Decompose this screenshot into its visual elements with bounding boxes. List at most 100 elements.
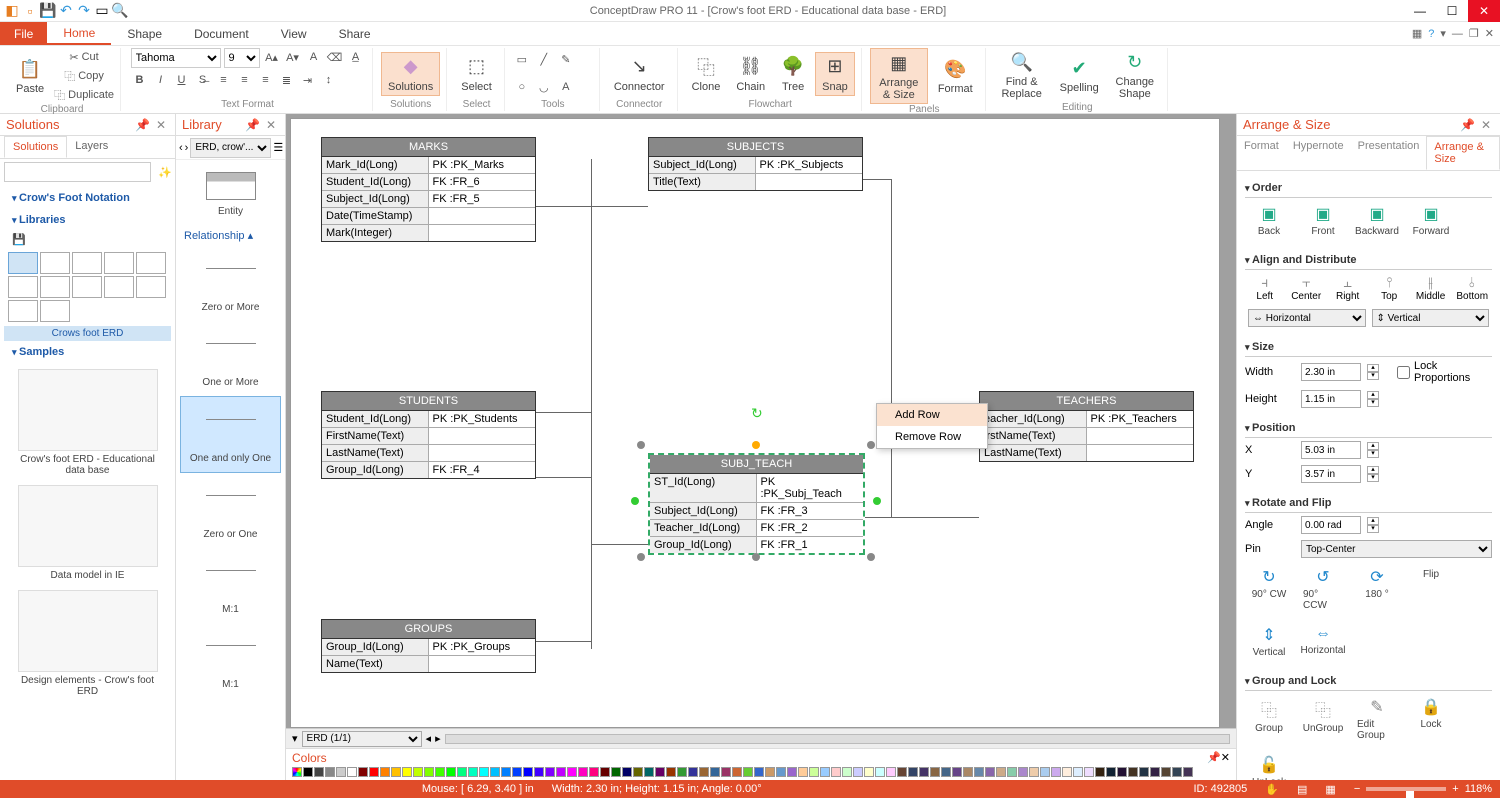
color-swatch[interactable] — [831, 767, 841, 777]
library-item[interactable]: M:1 — [180, 623, 281, 698]
color-swatch[interactable] — [479, 767, 489, 777]
color-swatch[interactable] — [534, 767, 544, 777]
color-swatch[interactable] — [1018, 767, 1028, 777]
spelling-button[interactable]: ✔Spelling — [1054, 54, 1105, 96]
color-swatch[interactable] — [358, 767, 368, 777]
qa-window-icon[interactable]: ▭ — [94, 3, 110, 19]
color-swatch[interactable] — [908, 767, 918, 777]
rotate-ccw-button[interactable]: ↺90° CCW — [1303, 567, 1343, 611]
color-swatch[interactable] — [853, 767, 863, 777]
align-center-icon[interactable]: ≡ — [236, 71, 254, 89]
order-header[interactable]: Order — [1245, 179, 1492, 198]
copy-button[interactable]: ⿻Copy — [54, 67, 114, 85]
color-swatch[interactable] — [468, 767, 478, 777]
color-swatch[interactable] — [1161, 767, 1171, 777]
options-icon[interactable]: ▾ — [1440, 27, 1446, 40]
color-swatch[interactable] — [611, 767, 621, 777]
library-item[interactable]: One and only One — [180, 396, 281, 473]
help-icon[interactable]: ? — [1428, 28, 1434, 40]
tab-hypernote[interactable]: Hypernote — [1286, 136, 1351, 170]
tool-ellipse-icon[interactable]: ○ — [513, 78, 531, 96]
color-swatch[interactable] — [1139, 767, 1149, 777]
color-swatch[interactable] — [776, 767, 786, 777]
color-swatch[interactable] — [501, 767, 511, 777]
font-size-select[interactable]: 9 — [224, 48, 260, 68]
pin-icon[interactable]: 📌 — [242, 118, 263, 132]
doc-close-icon[interactable]: ✕ — [1485, 27, 1494, 40]
group-lock-header[interactable]: Group and Lock — [1245, 672, 1492, 691]
color-swatch[interactable] — [325, 767, 335, 777]
color-swatch[interactable] — [1051, 767, 1061, 777]
doc-restore-icon[interactable]: ❐ — [1469, 27, 1479, 40]
unlock-button[interactable]: 🔓UnLock — [1249, 755, 1289, 780]
angle-spinner[interactable]: ▴▾ — [1367, 517, 1379, 533]
color-swatch[interactable] — [1183, 767, 1193, 777]
color-swatch[interactable] — [721, 767, 731, 777]
color-swatch[interactable] — [556, 767, 566, 777]
maximize-button[interactable]: ☐ — [1436, 0, 1468, 22]
color-swatch[interactable] — [1106, 767, 1116, 777]
status-mode2-icon[interactable]: ▦ — [1325, 783, 1335, 796]
tab-presentation[interactable]: Presentation — [1351, 136, 1427, 170]
lock-button[interactable]: 🔒Lock — [1411, 697, 1451, 741]
color-swatch[interactable] — [402, 767, 412, 777]
strike-icon[interactable]: S̶ — [194, 71, 212, 89]
pin-select[interactable]: Top-Center — [1301, 540, 1492, 558]
align-top-button[interactable]: ⫯Top — [1373, 274, 1404, 302]
color-swatch[interactable] — [1084, 767, 1094, 777]
color-swatch[interactable] — [391, 767, 401, 777]
tab-document[interactable]: Document — [178, 22, 265, 45]
solutions-tab[interactable]: Solutions — [4, 136, 67, 158]
color-swatch[interactable] — [732, 767, 742, 777]
width-spinner[interactable]: ▴▾ — [1367, 364, 1379, 380]
connector[interactable] — [536, 412, 591, 413]
send-back-button[interactable]: ▣Back — [1249, 204, 1289, 237]
color-swatch[interactable] — [1007, 767, 1017, 777]
close-button[interactable]: ✕ — [1468, 0, 1500, 22]
color-swatch[interactable] — [787, 767, 797, 777]
entity-marks[interactable]: MARKSMark_Id(Long)PK :PK_MarksStudent_Id… — [321, 137, 536, 242]
swatch-picker-icon[interactable] — [292, 767, 302, 777]
entity-subjects[interactable]: SUBJECTSSubject_Id(Long)PK :PK_SubjectsT… — [648, 137, 863, 191]
rotate-handle-icon[interactable]: ↻ — [751, 405, 763, 422]
connector-button[interactable]: ↘Connector — [608, 53, 671, 95]
align-center-button[interactable]: ⫟Center — [1290, 274, 1321, 302]
color-swatch[interactable] — [1040, 767, 1050, 777]
font-style-icon[interactable]: A — [305, 48, 323, 66]
size-header[interactable]: Size — [1245, 338, 1492, 357]
zoom-out-icon[interactable]: − — [1354, 783, 1360, 795]
pin-icon[interactable]: 📌 — [1457, 118, 1478, 132]
color-swatch[interactable] — [622, 767, 632, 777]
change-shape-button[interactable]: ↻Change Shape — [1109, 48, 1161, 102]
y-spinner[interactable]: ▴▾ — [1367, 466, 1379, 482]
align-left-icon[interactable]: ≡ — [215, 71, 233, 89]
y-input[interactable] — [1301, 465, 1361, 483]
pin-icon[interactable]: 📌 — [1207, 751, 1221, 764]
connector[interactable] — [591, 544, 648, 545]
libraries-header[interactable]: Libraries — [4, 209, 171, 231]
color-swatch[interactable] — [963, 767, 973, 777]
position-header[interactable]: Position — [1245, 419, 1492, 438]
wand-icon[interactable]: ✨ — [155, 163, 175, 182]
ungroup-button[interactable]: ⿻UnGroup — [1303, 697, 1343, 741]
panel-close-icon[interactable]: ✕ — [1478, 118, 1494, 132]
panel-close-icon[interactable]: ✕ — [1221, 751, 1230, 764]
rotate-cw-button[interactable]: ↻90° CW — [1249, 567, 1289, 611]
zoom-control[interactable]: − + 118% — [1354, 783, 1492, 795]
qa-preview-icon[interactable]: 🔍 — [112, 3, 128, 19]
cut-button[interactable]: ✂Cut — [54, 48, 114, 66]
qa-open-icon[interactable]: ▫ — [22, 3, 38, 19]
panel-close-icon[interactable]: ✕ — [263, 118, 279, 132]
select-button[interactable]: ⬚Select — [455, 53, 498, 95]
tree-button[interactable]: 🌳Tree — [775, 53, 811, 95]
color-swatch[interactable] — [677, 767, 687, 777]
pin-icon[interactable]: 📌 — [132, 118, 153, 132]
color-swatch[interactable] — [369, 767, 379, 777]
connector[interactable] — [865, 517, 979, 518]
color-swatch[interactable] — [457, 767, 467, 777]
underline-icon[interactable]: U — [173, 71, 191, 89]
height-spinner[interactable]: ▴▾ — [1367, 391, 1379, 407]
solutions-search[interactable] — [4, 162, 151, 182]
align-header[interactable]: Align and Distribute — [1245, 251, 1492, 270]
color-swatch[interactable] — [1150, 767, 1160, 777]
